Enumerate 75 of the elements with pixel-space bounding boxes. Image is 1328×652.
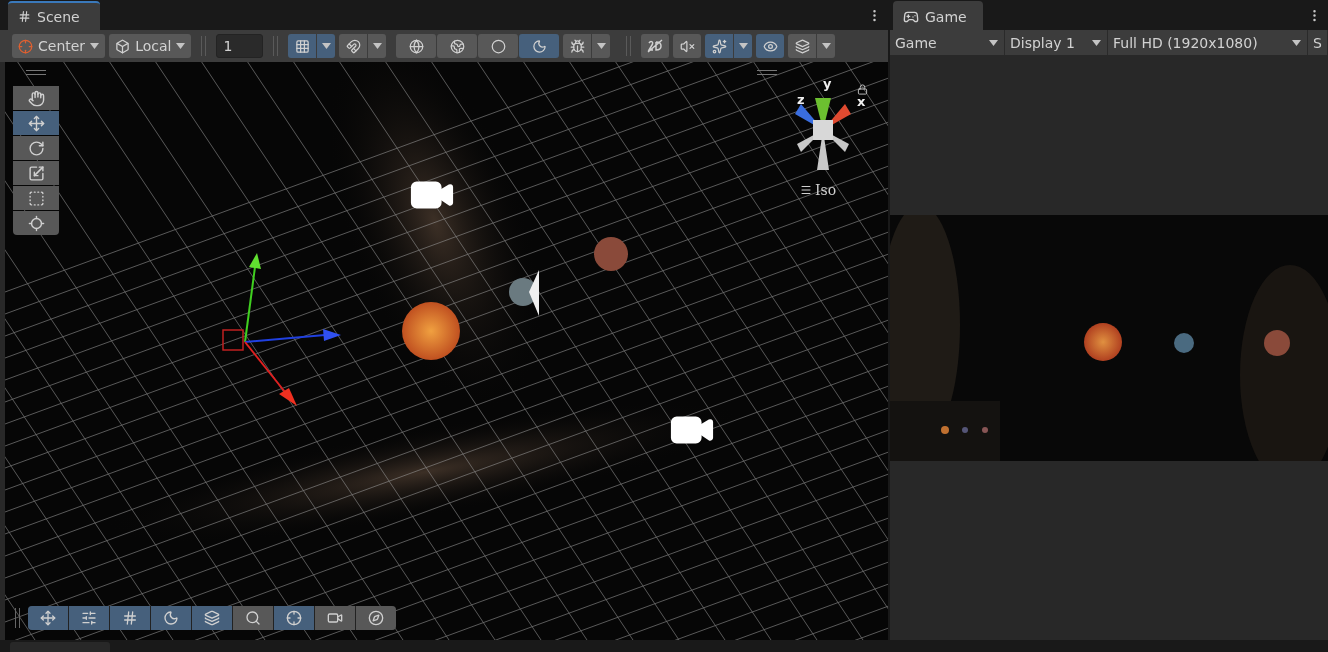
grid-snap-icon	[294, 38, 310, 54]
overlay-button[interactable]	[28, 606, 68, 630]
snap-increment-field[interactable]: 1	[216, 34, 264, 58]
axis-label: y	[823, 76, 832, 91]
muted-speaker-icon	[679, 38, 695, 54]
overlay-button[interactable]	[151, 606, 191, 630]
caret-icon	[90, 43, 100, 49]
move-gizmo-drawing[interactable]	[222, 253, 341, 406]
rect-icon	[27, 189, 45, 207]
toolbar-toggle[interactable]	[756, 34, 785, 58]
toolbar-toggle[interactable]	[563, 34, 592, 58]
compass-icon	[368, 610, 384, 626]
axis-label: z	[797, 92, 805, 107]
overlay-button[interactable]	[356, 606, 396, 630]
toolbar-toggle[interactable]	[437, 34, 478, 58]
tool-button[interactable]	[13, 211, 59, 235]
speaker-gizmo-icon[interactable]	[509, 270, 539, 316]
view-mode-toggle[interactable]: Iso	[800, 182, 837, 198]
toolbar-toggle[interactable]	[519, 34, 560, 58]
move-icon	[27, 114, 45, 132]
bug-icon	[569, 38, 585, 54]
toolbar-toggle[interactable]	[478, 34, 519, 58]
overlay-button[interactable]	[233, 606, 273, 630]
pivot-dropdown[interactable]: Center	[12, 34, 106, 58]
overlay-button[interactable]	[192, 606, 232, 630]
scale-icon	[27, 164, 45, 182]
crossed-2d-icon	[647, 39, 664, 53]
search-icon	[245, 610, 261, 626]
grid-icon	[18, 10, 31, 23]
scene-tab[interactable]: Scene	[8, 1, 100, 30]
layers-icon	[794, 38, 810, 54]
planet-sphere[interactable]	[594, 237, 628, 271]
caret-icon	[176, 43, 186, 49]
rotate-icon	[27, 139, 45, 157]
eye-icon	[762, 38, 778, 54]
tool-button[interactable]	[13, 186, 59, 210]
menu-icon	[800, 184, 812, 196]
sun-sphere[interactable]	[402, 302, 460, 360]
toolbar-toggle[interactable]	[705, 34, 734, 58]
crosshair-icon	[286, 610, 302, 626]
overlay-button[interactable]	[315, 606, 355, 630]
caret-icon	[1292, 39, 1301, 46]
video-camera-icon	[327, 610, 343, 626]
tool-button[interactable]	[13, 161, 59, 185]
toolbar-toggle[interactable]	[641, 34, 670, 58]
globe-icon	[449, 38, 465, 54]
move-arrows-icon	[40, 610, 56, 626]
sliders-icon	[81, 610, 97, 626]
moon-icon	[531, 38, 547, 54]
shaded-circle-icon	[490, 38, 506, 54]
toolbar-toggle[interactable]	[288, 34, 317, 58]
layers-icon	[204, 610, 220, 626]
lock-icon[interactable]	[857, 84, 868, 95]
toolbar-toggle[interactable]	[339, 34, 368, 58]
pivot-center-icon	[18, 38, 33, 54]
hand-icon	[27, 89, 45, 107]
tool-button[interactable]	[13, 111, 59, 135]
overlay-button[interactable]	[69, 606, 109, 630]
toolbar-toggle[interactable]	[788, 34, 817, 58]
pivot-dropdown[interactable]: Local	[109, 34, 192, 58]
tool-button[interactable]	[13, 86, 59, 110]
moon-icon	[163, 610, 179, 626]
caret-icon	[989, 39, 998, 46]
caret-icon	[1092, 39, 1101, 46]
wireframe-globe-icon	[408, 38, 424, 54]
overlay-button[interactable]	[274, 606, 314, 630]
cube-icon	[115, 38, 131, 54]
scene-viewport[interactable]: y z x Iso	[5, 62, 888, 640]
toolbar-toggle[interactable]	[673, 34, 702, 58]
grid-icon	[122, 610, 138, 626]
tool-button[interactable]	[13, 136, 59, 160]
axis-label: x	[857, 94, 866, 109]
game-tab[interactable]: Game	[893, 1, 983, 30]
overlay-button[interactable]	[110, 606, 150, 630]
toolbar-toggle[interactable]	[396, 34, 437, 58]
